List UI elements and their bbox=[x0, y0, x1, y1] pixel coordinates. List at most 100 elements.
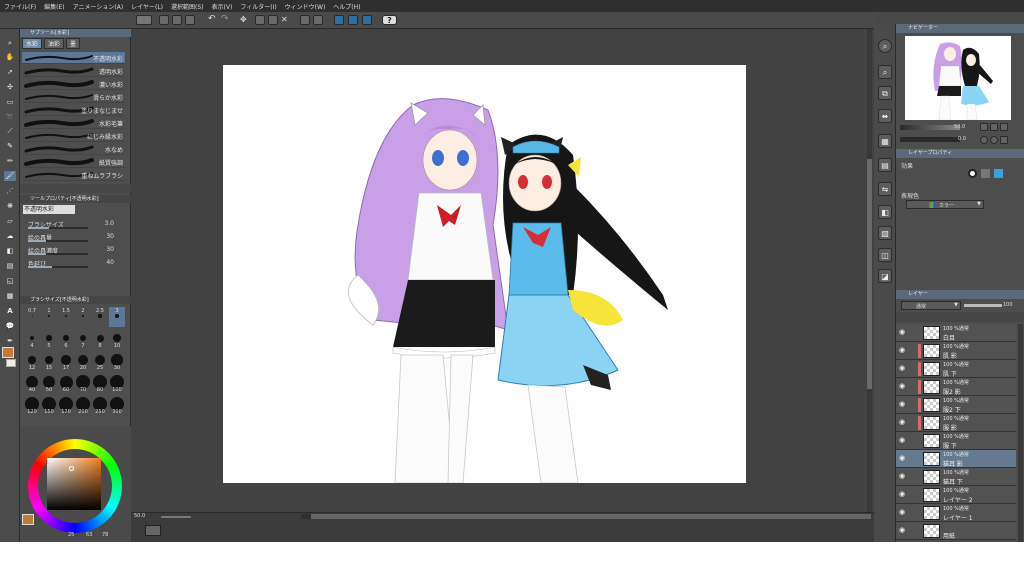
tab-ink[interactable]: 墨 bbox=[66, 38, 81, 49]
drawing-canvas[interactable] bbox=[223, 65, 746, 484]
navigator-mini-icon[interactable] bbox=[145, 525, 161, 536]
eye-icon[interactable]: ◉ bbox=[899, 436, 905, 444]
brush-size-cell[interactable]: 10 bbox=[109, 329, 125, 349]
brush-size-cell[interactable]: 200 bbox=[75, 395, 91, 415]
horizontal-scroll-thumb[interactable] bbox=[311, 514, 871, 519]
layer-grid-icon[interactable]: ▦ bbox=[878, 134, 892, 148]
eye-icon[interactable]: ◉ bbox=[899, 328, 905, 336]
clear-icon[interactable]: ✥ bbox=[240, 15, 250, 25]
layer-flip-icon[interactable]: ⇋ bbox=[878, 182, 892, 196]
layer-copy-icon[interactable]: ⧉ bbox=[878, 86, 892, 100]
brush-size-cell[interactable]: 17 bbox=[58, 351, 74, 371]
menu-help[interactable]: ヘルプ(H) bbox=[333, 2, 360, 11]
brush-item[interactable]: 滑らか水彩 bbox=[22, 91, 125, 103]
menu-filter[interactable]: フィルター(I) bbox=[240, 2, 276, 11]
scale-icon[interactable] bbox=[268, 15, 278, 25]
eye-icon[interactable]: ◉ bbox=[899, 418, 905, 426]
property-slider[interactable] bbox=[28, 240, 88, 242]
frame-tool-icon[interactable]: ▦ bbox=[4, 291, 16, 301]
fill-tool-icon[interactable]: ◧ bbox=[4, 246, 16, 256]
navigator-zoom-slider[interactable] bbox=[900, 125, 960, 130]
menu-animation[interactable]: アニメーション(A) bbox=[73, 2, 124, 11]
hand-tool-icon[interactable]: ✋ bbox=[4, 52, 16, 62]
brush-size-cell[interactable]: 20 bbox=[75, 351, 91, 371]
property-slider[interactable] bbox=[28, 266, 88, 268]
brush-size-cell[interactable]: 60 bbox=[58, 373, 74, 393]
layer-row[interactable]: ◉ 100 %通常 猫耳 下 bbox=[896, 468, 1016, 486]
zoom-out-icon[interactable] bbox=[990, 123, 998, 131]
brush-size-cell[interactable]: 1 bbox=[41, 307, 57, 327]
tab-oil[interactable]: 油彩 bbox=[44, 38, 65, 49]
fit-view-icon[interactable] bbox=[1000, 123, 1008, 131]
decoration-tool-icon[interactable]: ❋ bbox=[4, 201, 16, 211]
search-icon[interactable]: ⌕ bbox=[878, 39, 892, 53]
brush-size-cell[interactable]: 6 bbox=[58, 329, 74, 349]
eye-icon[interactable]: ◉ bbox=[899, 508, 905, 516]
snap-grid-icon[interactable] bbox=[348, 15, 358, 25]
brush-item[interactable]: 紙質強調 bbox=[22, 156, 125, 168]
layer-row[interactable]: ◉ 100 %通常服 影 bbox=[896, 414, 1016, 432]
brush-item[interactable]: 濃い水彩 bbox=[22, 78, 125, 90]
gradient-tool-icon[interactable]: ▤ bbox=[4, 261, 16, 271]
eye-icon[interactable]: ◉ bbox=[899, 346, 905, 354]
blend-tool-icon[interactable]: ☁ bbox=[4, 231, 16, 241]
brush-tool-icon[interactable]: 🖌 bbox=[4, 171, 16, 181]
layer-mask-icon[interactable]: ◧ bbox=[878, 205, 892, 219]
zoom-in-icon[interactable] bbox=[980, 123, 988, 131]
property-row[interactable]: 色延び 40 bbox=[23, 258, 126, 268]
eye-icon[interactable]: ◉ bbox=[899, 526, 905, 534]
undo-icon[interactable]: ↶ bbox=[208, 15, 218, 25]
saturation-box[interactable] bbox=[47, 458, 101, 510]
eye-icon[interactable]: ◉ bbox=[899, 382, 905, 390]
brush-size-cell[interactable]: 12 bbox=[24, 351, 40, 371]
layer-row[interactable]: ◉ 100 %通常肌 影 bbox=[896, 342, 1016, 360]
brush-size-cell[interactable]: 15 bbox=[41, 351, 57, 371]
layer-search-icon[interactable]: ⌕ bbox=[878, 65, 892, 79]
brush-size-cell[interactable]: 40 bbox=[24, 373, 40, 393]
save-icon[interactable] bbox=[185, 15, 195, 25]
brush-size-cell[interactable]: 8 bbox=[92, 329, 108, 349]
brush-size-cell[interactable]: 7 bbox=[75, 329, 91, 349]
vertical-scroll-thumb[interactable] bbox=[867, 159, 872, 389]
menu-view[interactable]: 表示(V) bbox=[212, 2, 233, 11]
selection-icon[interactable] bbox=[313, 15, 323, 25]
layer-image-icon[interactable]: ▧ bbox=[878, 226, 892, 240]
property-row[interactable]: 絵の具量 30 bbox=[23, 232, 126, 242]
deselect-icon[interactable]: ✕ bbox=[281, 15, 291, 25]
brush-size-cell[interactable]: 80 bbox=[92, 373, 108, 393]
brush-item[interactable]: 透明水彩 bbox=[22, 65, 125, 77]
brush-item[interactable]: 水彩毛筆 bbox=[22, 117, 125, 129]
canvas-zoom-value[interactable]: 50.0 bbox=[134, 513, 145, 519]
brush-item[interactable]: 水なめ bbox=[22, 143, 125, 155]
menu-window[interactable]: ウィンドウ(W) bbox=[285, 2, 326, 11]
text-tool-icon[interactable]: A bbox=[4, 306, 16, 316]
layer-row[interactable]: ◉ 100 %通常 猫耳 影 bbox=[896, 450, 1016, 468]
operation-tool-icon[interactable]: ➚ bbox=[4, 67, 16, 77]
sub-color-swatch[interactable] bbox=[6, 359, 16, 367]
brush-size-cell[interactable]: 100 bbox=[109, 373, 125, 393]
airbrush-tool-icon[interactable]: ⋰ bbox=[4, 186, 16, 196]
brush-size-cell[interactable]: 250 bbox=[92, 395, 108, 415]
new-file-icon[interactable] bbox=[159, 15, 169, 25]
pencil-tool-icon[interactable]: ✏ bbox=[4, 156, 16, 166]
eraser-tool-icon[interactable]: ▱ bbox=[4, 216, 16, 226]
layer-row[interactable]: ◉ 用紙 bbox=[896, 522, 1016, 540]
open-file-icon[interactable] bbox=[172, 15, 182, 25]
lasso-tool-icon[interactable]: ➰ bbox=[4, 112, 16, 122]
brush-item[interactable]: 塗りまなじませ bbox=[22, 104, 125, 116]
property-row[interactable]: ブラシサイズ 3.0 bbox=[23, 219, 126, 229]
zoom-slider[interactable] bbox=[161, 516, 191, 518]
menu-selection[interactable]: 選択範囲(S) bbox=[171, 2, 204, 11]
layer-row[interactable]: ◉ 100 %通常 レイヤー 1 bbox=[896, 504, 1016, 522]
rotate-right-icon[interactable] bbox=[990, 136, 998, 144]
tab-watercolor[interactable]: 水彩 bbox=[22, 38, 43, 49]
brush-size-cell[interactable]: 50 bbox=[41, 373, 57, 393]
navigator-preview[interactable] bbox=[905, 36, 1011, 120]
balloon-tool-icon[interactable]: 💬 bbox=[4, 321, 16, 331]
correct-line-tool-icon[interactable]: ✒ bbox=[4, 336, 16, 346]
help-icon[interactable]: ? bbox=[382, 15, 397, 25]
brush-size-cell[interactable]: 4 bbox=[24, 329, 40, 349]
layer-scrollbar[interactable] bbox=[1018, 324, 1023, 542]
reset-rotation-icon[interactable] bbox=[1000, 136, 1008, 144]
pen-tool-icon[interactable]: ✎ bbox=[4, 141, 16, 151]
